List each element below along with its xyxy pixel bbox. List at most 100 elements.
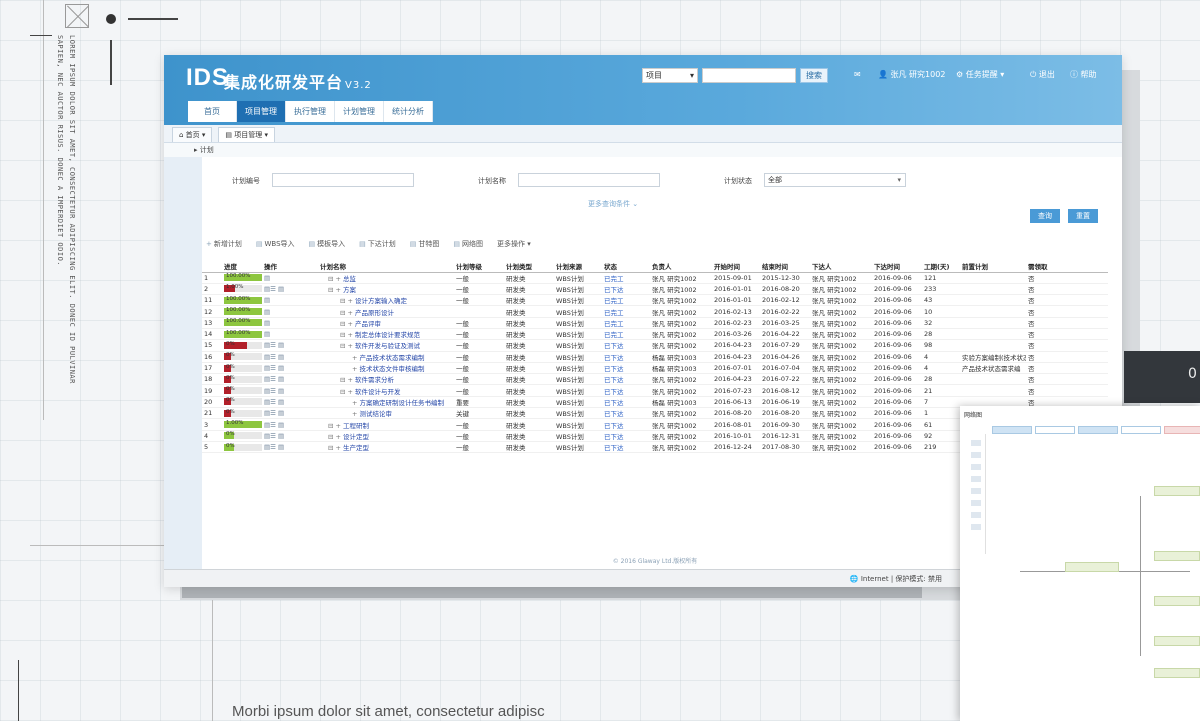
table-row[interactable]: 14 100.00% ▤ ⊟ + 制定总体设计要求规范 一般 研发类 WBS计划 已完工 张凡 …	[202, 328, 1108, 341]
plan-name-link[interactable]: 工程研制	[343, 422, 369, 430]
column-header[interactable]: 前置计划	[960, 261, 1026, 273]
user-menu[interactable]: 👤 张凡 研究1002	[878, 69, 945, 81]
diagram-node[interactable]	[1065, 562, 1119, 572]
column-header[interactable]: 操作	[262, 261, 318, 273]
cell-ops[interactable]: ▤☰ ▤	[262, 430, 318, 442]
cell-ops[interactable]: ▤	[262, 317, 318, 329]
overlay-tab[interactable]	[1164, 426, 1200, 434]
column-header[interactable]: 计划名称	[318, 261, 454, 273]
column-header[interactable]: 工期(天)	[922, 261, 960, 273]
plan-name-link[interactable]: 软件设计与开发	[355, 388, 401, 396]
reset-button[interactable]: 重置	[1068, 209, 1098, 223]
cell-ops[interactable]: ▤☰ ▤	[262, 283, 318, 296]
cell-status[interactable]: 已下达	[602, 339, 650, 352]
tree-toggle-icon[interactable]: ⊟ +	[328, 286, 341, 294]
cell-status[interactable]: 已完工	[602, 272, 650, 284]
cell-claim[interactable]: 否	[1026, 283, 1108, 296]
cell-claim[interactable]: 否	[1026, 328, 1108, 341]
tree-toggle-icon[interactable]: +	[352, 365, 357, 373]
toolbar-button[interactable]: ▤ 模板导入	[309, 239, 346, 249]
cell-claim[interactable]: 否	[1026, 339, 1108, 352]
cell-status[interactable]: 已下达	[602, 283, 650, 296]
table-row[interactable]: 12 100.00% ▤ ⊟ + 产品原形设计 研发类 WBS计划 已完工 张凡 研究1002…	[202, 305, 1108, 318]
logout-button[interactable]: ⏻ 退出	[1030, 69, 1055, 81]
cell-ops[interactable]: ▤	[262, 272, 318, 284]
tree-toggle-icon[interactable]: +	[352, 410, 357, 418]
tree-toggle-icon[interactable]: +	[352, 354, 357, 362]
plan-name-link[interactable]: 产品评审	[355, 320, 381, 328]
cell-ops[interactable]: ▤☰ ▤	[262, 441, 318, 454]
tree-toggle-icon[interactable]: ⊟ +	[340, 331, 353, 339]
tree-toggle-icon[interactable]: +	[352, 399, 357, 407]
column-header[interactable]: 计划类型	[504, 261, 554, 273]
cell-claim[interactable]: 否	[1026, 373, 1108, 386]
plan-name-link[interactable]: 技术状态文件审核编制	[360, 365, 425, 373]
cell-status[interactable]: 已下达	[602, 351, 650, 363]
column-header[interactable]: 开始时间	[712, 261, 760, 273]
table-row[interactable]: 19 0% ▤☰ ▤ ⊟ + 软件设计与开发 一般 研发类 WBS计划 已下达 张凡 研究100…	[202, 384, 1108, 397]
tree-toggle-icon[interactable]: ⊟ +	[340, 342, 353, 350]
plan-name-link[interactable]: 方案	[343, 286, 356, 294]
cell-ops[interactable]: ▤☰ ▤	[262, 396, 318, 409]
cell-status[interactable]: 已下达	[602, 407, 650, 420]
plan-name-link[interactable]: 软件开发与验证及测试	[355, 342, 420, 350]
cell-claim[interactable]: 否	[1026, 384, 1108, 397]
overlay-tab[interactable]	[1121, 426, 1161, 434]
diagram-node[interactable]	[1154, 636, 1200, 646]
column-header[interactable]: 进度	[222, 261, 262, 273]
tree-toggle-icon[interactable]: ⊟ +	[328, 433, 341, 441]
diagram-node[interactable]	[1154, 551, 1200, 561]
diagram-node[interactable]	[1154, 668, 1200, 678]
plan-name-link[interactable]: 方案确定研制设计任务书编制	[360, 399, 445, 407]
toolbar-button[interactable]: + 新增计划	[206, 239, 242, 249]
diagram-node[interactable]	[1154, 486, 1200, 496]
help-button[interactable]: ⓘ 帮助	[1070, 69, 1097, 81]
subtab-home[interactable]: ⌂ 首页 ▾	[172, 127, 213, 142]
toolbar-button[interactable]: ▤ 甘特图	[410, 239, 440, 249]
toolbar-button[interactable]: ▤ WBS导入	[256, 239, 295, 249]
tree-toggle-icon[interactable]: ⊟ +	[340, 309, 353, 317]
table-row[interactable]: 15 0% ▤☰ ▤ ⊟ + 软件开发与验证及测试 一般 研发类 WBS计划 已下达 张凡 研究…	[202, 339, 1108, 352]
cell-status[interactable]: 已下达	[602, 441, 650, 454]
advanced-search-link[interactable]: 更多查询条件 ⌄	[588, 199, 638, 209]
cell-claim[interactable]: 否	[1026, 317, 1108, 329]
table-row[interactable]: 18 0% ▤☰ ▤ ⊟ + 软件需求分析 一般 研发类 WBS计划 已下达 张凡 研究1002…	[202, 373, 1108, 386]
search-scope-select[interactable]: 项目	[642, 68, 698, 83]
cell-ops[interactable]: ▤☰ ▤	[262, 407, 318, 420]
cell-status[interactable]: 已完工	[602, 328, 650, 341]
cell-claim[interactable]: 否	[1026, 351, 1108, 363]
tab-home[interactable]: 首页	[188, 101, 237, 122]
header-search-input[interactable]	[702, 68, 796, 83]
overlay-tab[interactable]	[992, 426, 1032, 434]
tree-toggle-icon[interactable]: ⊟ +	[340, 388, 353, 396]
plan-name-link[interactable]: 制定总体设计要求规范	[355, 331, 420, 339]
column-header[interactable]: 计划等级	[454, 261, 504, 273]
cell-claim[interactable]: 否	[1026, 272, 1108, 284]
cell-ops[interactable]: ▤☰ ▤	[262, 418, 318, 431]
toolbar-button[interactable]: ▤ 下达计划	[359, 239, 396, 249]
table-row[interactable]: 17 0% ▤☰ ▤ + 技术状态文件审核编制 一般 研发类 WBS计划 已下达 杨磊 研究10…	[202, 362, 1108, 375]
overlay-tab[interactable]	[1078, 426, 1118, 434]
plan-no-input[interactable]	[272, 173, 414, 187]
plan-name-link[interactable]: 产品技术状态需求编制	[360, 354, 425, 362]
tab-plan-management[interactable]: 计划管理	[335, 101, 384, 122]
toolbar-button[interactable]: 更多操作 ▾	[497, 239, 531, 249]
cell-claim[interactable]: 否	[1026, 294, 1108, 307]
tree-toggle-icon[interactable]: ⊟ +	[340, 320, 353, 328]
cell-claim[interactable]: 否	[1026, 305, 1108, 318]
plan-name-link[interactable]: 设计方案输入确定	[355, 297, 407, 305]
toolbar-button[interactable]: ▤ 网络图	[453, 239, 483, 249]
diagram-node[interactable]	[1154, 596, 1200, 606]
plan-name-link[interactable]: 软件需求分析	[355, 376, 394, 384]
task-alert-button[interactable]: ⚙ 任务提醒 ▾	[956, 69, 1004, 81]
cell-status[interactable]: 已下达	[602, 362, 650, 375]
query-button[interactable]: 查询	[1030, 209, 1060, 223]
column-header[interactable]: 下达时间	[872, 261, 922, 273]
plan-name-link[interactable]: 总监	[343, 275, 356, 283]
cell-ops[interactable]: ▤☰ ▤	[262, 339, 318, 352]
plan-name-input[interactable]	[518, 173, 660, 187]
tab-project-management[interactable]: 项目管理	[237, 101, 286, 122]
column-header[interactable]: 结束时间	[760, 261, 810, 273]
column-header[interactable]	[202, 261, 222, 273]
plan-name-link[interactable]: 生产定型	[343, 444, 369, 452]
